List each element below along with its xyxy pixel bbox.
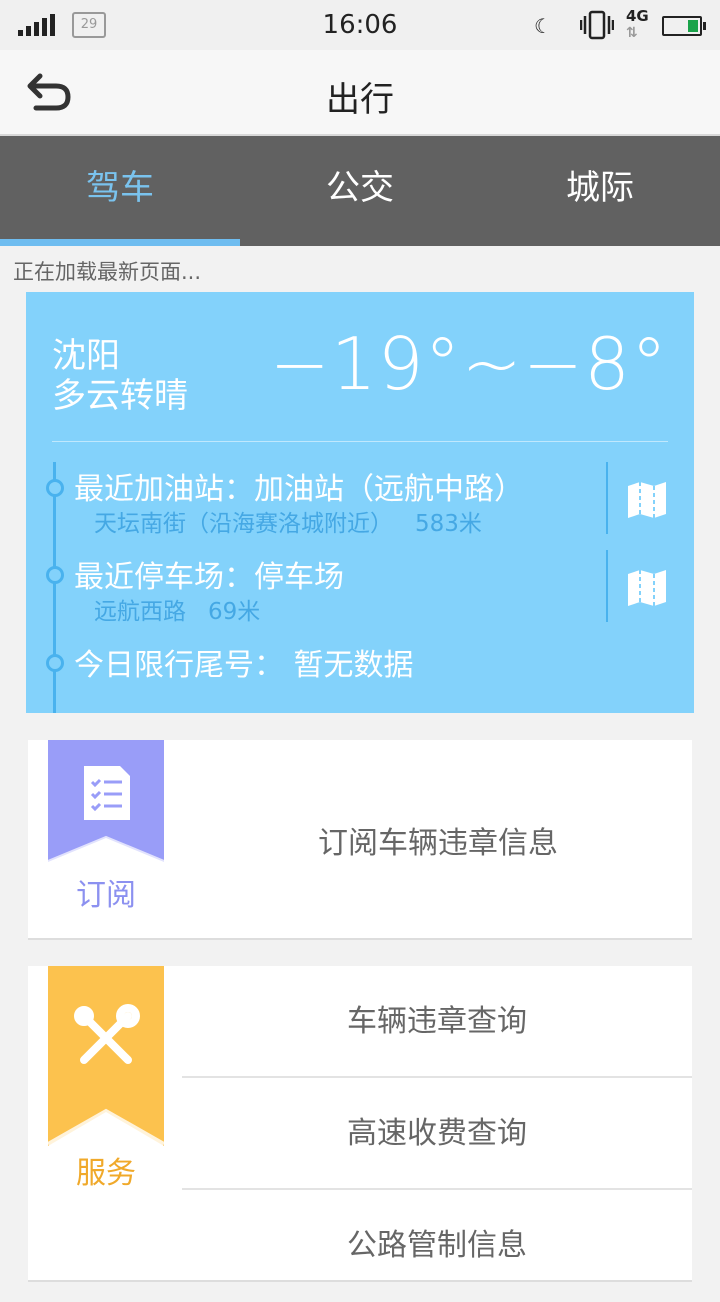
services-ribbon: [48, 966, 164, 1146]
parking-distance: 69米: [207, 599, 261, 625]
tab-driving[interactable]: 驾车: [0, 136, 240, 246]
gas-station-address: 天坛南街（沿海赛洛城附近）: [94, 511, 393, 537]
restriction-value: 暂无数据: [293, 648, 414, 683]
separator: [606, 550, 608, 622]
road-control-info-button[interactable]: 公路管制信息: [182, 1190, 692, 1302]
restriction-row: 今日限行尾号： 暂无数据: [74, 640, 414, 684]
parking-detail: 远航西路 69米: [94, 592, 260, 626]
weather-card: 沈阳 多云转晴 −19°~−8° 最近加油站：加油站（远航中路） 天坛南街（沿海…: [26, 292, 694, 713]
info-timeline: [53, 462, 56, 713]
tab-intercity[interactable]: 城际: [480, 136, 720, 246]
battery-icon: [662, 16, 706, 36]
services-label: 服务: [76, 1156, 136, 1191]
subscribe-label: 订阅: [76, 878, 136, 913]
subscribe-violation-button[interactable]: 订阅车辆违章信息: [208, 818, 668, 862]
violation-query-button[interactable]: 车辆违章查询: [182, 966, 692, 1078]
page-title: 出行: [326, 80, 394, 120]
restriction-label: 今日限行尾号：: [74, 648, 284, 683]
subscribe-card: 订阅 订阅车辆违章信息: [28, 740, 692, 940]
status-bar: 29 16:06 ☾ 4G ⇅: [0, 0, 720, 50]
weather-condition: 多云转晴: [52, 376, 188, 416]
do-not-disturb-icon: ☾: [534, 14, 552, 38]
tab-bus[interactable]: 公交: [240, 136, 480, 246]
subscribe-ribbon: [48, 740, 164, 862]
separator: [606, 462, 608, 534]
highway-toll-query-button[interactable]: 高速收费查询: [182, 1078, 692, 1190]
loading-text: 正在加载最新页面...: [13, 260, 202, 284]
map-icon[interactable]: [626, 480, 668, 520]
network-indicator: 4G ⇅: [626, 8, 649, 41]
gas-station-detail: 天坛南街（沿海赛洛城附近） 583米: [94, 504, 482, 538]
timeline-dot: [46, 479, 64, 497]
vibrate-icon: [580, 10, 614, 40]
gas-station-title: 最近加油站：加油站（远航中路）: [74, 472, 524, 507]
services-card: 服务 车辆违章查询 高速收费查询 公路管制信息: [28, 966, 692, 1282]
checklist-icon: [84, 766, 130, 820]
parking-address: 远航西路: [94, 599, 186, 625]
parking-title: 最近停车场：停车场: [74, 560, 344, 595]
tab-bar: 驾车 公交 城际: [0, 136, 720, 246]
gas-station-distance: 583米: [414, 511, 482, 537]
map-icon[interactable]: [626, 568, 668, 608]
title-bar: 出行: [0, 50, 720, 136]
weather-temperature: −19°~−8°: [269, 322, 668, 406]
timeline-dot: [46, 566, 64, 584]
weather-divider: [52, 441, 668, 442]
timeline-dot: [46, 654, 64, 672]
data-arrows-icon: ⇅: [626, 25, 638, 41]
network-label: 4G: [626, 7, 649, 25]
